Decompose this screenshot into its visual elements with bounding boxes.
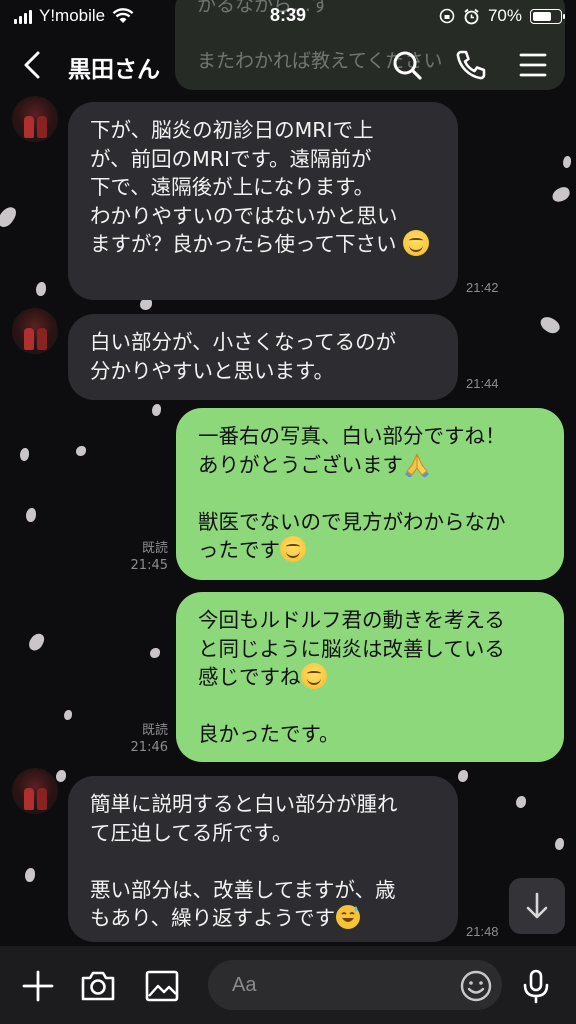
battery-percent: 70% [487, 6, 522, 25]
menu-icon[interactable] [514, 46, 552, 84]
chat-header: 黒田さん [0, 34, 576, 96]
message-bubble-incoming[interactable]: 下が、脳炎の初診日のMRIで上 が、前回のMRIです。遠隔前が 下で、遠隔後が上… [68, 102, 458, 300]
rotation-lock-icon [439, 8, 455, 24]
battery-icon [530, 8, 565, 24]
alarm-icon [464, 8, 479, 24]
message-bubble-outgoing[interactable]: 今回もルドルフ君の動きを考える と同じように脳炎は改善している 感じですね 良か… [176, 592, 564, 762]
read-receipt: 既読 21:46 [120, 722, 168, 756]
sweat-smile-emoji-icon [336, 905, 361, 929]
message-text: 下が、脳炎の初診日のMRIで上 が、前回のMRIです。遠隔前が 下で、遠隔後が上… [90, 118, 398, 256]
phone-icon[interactable] [452, 46, 490, 84]
message-bubble-outgoing[interactable]: 一番右の写真、白い部分ですね！ ありがとうございます 獣医でないので見方がわから… [176, 408, 564, 580]
smile-emoji-icon [403, 230, 430, 256]
smile-emoji-icon [280, 536, 306, 562]
sender-avatar[interactable] [12, 768, 58, 814]
read-label: 既読 [141, 723, 168, 738]
message-text-continued: 良かったです。 [198, 722, 340, 746]
message-time: 21:48 [466, 924, 499, 939]
message-time: 21:44 [466, 376, 499, 391]
mic-icon[interactable] [516, 966, 556, 1006]
message-input-bar [0, 946, 576, 1024]
message-time: 21:42 [466, 280, 499, 295]
status-bar: Y!mobile 8:39 70% [0, 0, 576, 34]
message-text: 今回もルドルフ君の動きを考える と同じように脳炎は改善している 感じですね [198, 608, 505, 689]
emoji-icon[interactable] [456, 966, 496, 1006]
chat-title: 黒田さん [68, 57, 160, 83]
message-time: 21:45 [130, 558, 168, 573]
read-receipt: 既読 21:45 [120, 540, 168, 574]
folded-hands-emoji-icon [405, 453, 429, 478]
message-time: 21:46 [130, 740, 168, 755]
arrow-down-icon [526, 892, 548, 919]
scroll-to-bottom-button[interactable] [509, 878, 565, 934]
back-chevron-icon[interactable] [18, 48, 50, 82]
message-text-continued: 獣医でないので見方がわからなか ったです [198, 509, 506, 563]
camera-icon[interactable] [78, 966, 118, 1006]
smile-emoji-icon [300, 663, 327, 689]
message-bubble-incoming[interactable]: 白い部分が、小さくなってるのが 分かりやすいと思います。 [68, 314, 458, 400]
search-icon[interactable] [388, 46, 426, 84]
read-label: 既読 [141, 541, 168, 556]
message-text: 白い部分が、小さくなってるのが 分かりやすいと思います。 [90, 330, 397, 383]
image-icon[interactable] [142, 966, 182, 1006]
sender-avatar[interactable] [12, 308, 58, 354]
plus-icon[interactable] [18, 966, 58, 1006]
message-text: 一番右の写真、白い部分ですね！ ありがとうございます [198, 424, 506, 477]
sender-avatar[interactable] [12, 96, 58, 142]
message-bubble-incoming[interactable]: 簡単に説明すると白い部分が腫れ て圧迫してる所です。 悪い部分は、改善してますが… [68, 776, 458, 942]
